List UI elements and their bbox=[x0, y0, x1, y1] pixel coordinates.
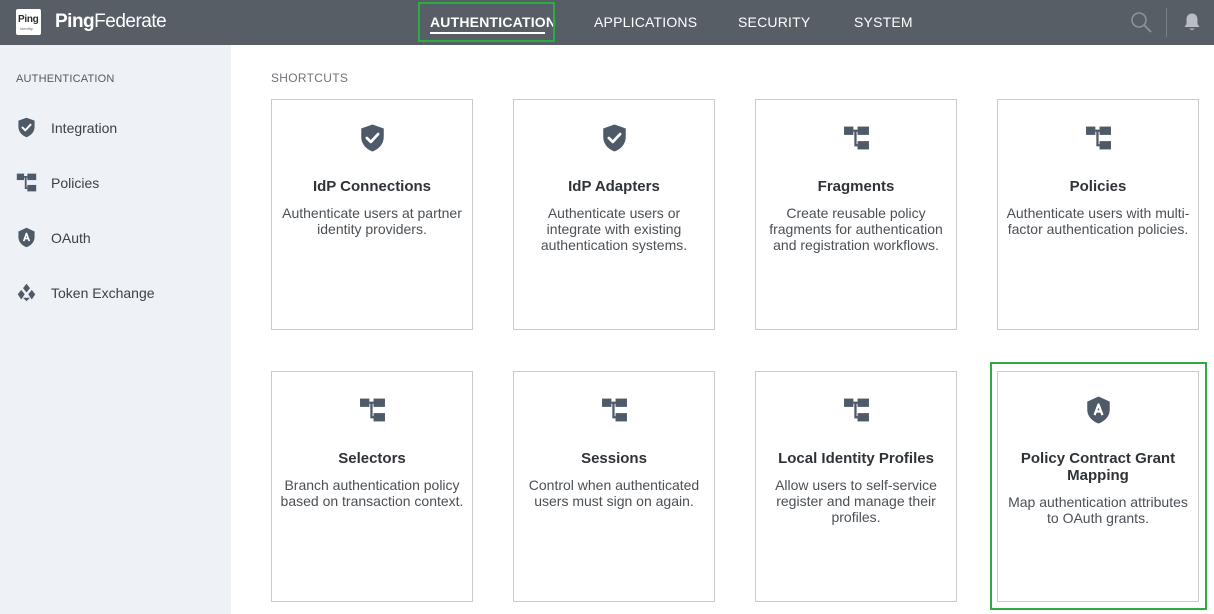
ping-identity-badge: Ping Identity bbox=[16, 9, 41, 35]
shield-check-icon bbox=[601, 123, 628, 153]
card-description: Control when authenticated users must si… bbox=[528, 477, 700, 509]
nav-highlight-box bbox=[418, 2, 555, 42]
pingfederate-logo[interactable]: Ping Identity PingFederate bbox=[16, 9, 167, 35]
nav-applications[interactable]: APPLICATIONS bbox=[594, 14, 697, 30]
card-description: Authenticate users or integrate with exi… bbox=[540, 205, 688, 253]
product-name-bold: Ping bbox=[55, 11, 95, 32]
sidebar-item-token-exchange[interactable]: Token Exchange bbox=[0, 275, 231, 311]
card-policies[interactable]: Policies Authenticate users with multi-f… bbox=[997, 99, 1199, 330]
card-title: Local Identity Profiles bbox=[778, 450, 934, 467]
card-description: Allow users to self-service register and… bbox=[775, 477, 937, 525]
policy-tree-icon bbox=[16, 172, 37, 193]
card-title: Policies bbox=[1069, 178, 1127, 195]
header-divider bbox=[1166, 8, 1167, 37]
top-header: Ping Identity PingFederate AUTHENTICATIO… bbox=[0, 0, 1214, 45]
card-description: Create reusable policy fragments for aut… bbox=[769, 205, 943, 253]
shortcuts-heading: SHORTCUTS bbox=[271, 71, 349, 85]
search-icon[interactable] bbox=[1130, 11, 1152, 33]
policy-tree-icon bbox=[843, 395, 870, 425]
bell-icon[interactable] bbox=[1183, 12, 1201, 32]
product-name: PingFederate bbox=[55, 11, 167, 33]
card-description: Authenticate users with multi-factor aut… bbox=[1006, 205, 1190, 237]
card-title: Sessions bbox=[581, 450, 647, 467]
card-idp-connections[interactable]: IdP Connections Authenticate users at pa… bbox=[271, 99, 473, 330]
sidebar-item-policies[interactable]: Policies bbox=[0, 165, 231, 201]
card-highlight-box bbox=[990, 362, 1207, 610]
product-name-light: Federate bbox=[94, 11, 167, 32]
card-title: Selectors bbox=[338, 450, 406, 467]
logo-badge-text: Ping bbox=[18, 14, 39, 25]
card-local-identity-profiles[interactable]: Local Identity Profiles Allow users to s… bbox=[755, 371, 957, 602]
sidebar-title: AUTHENTICATION bbox=[16, 73, 115, 85]
sidebar-item-label: Integration bbox=[51, 120, 118, 136]
sidebar: AUTHENTICATION Integration Policies OAut… bbox=[0, 45, 231, 614]
shield-check-icon bbox=[359, 123, 386, 153]
sidebar-item-label: Token Exchange bbox=[51, 285, 155, 301]
card-selectors[interactable]: Selectors Branch authentication policy b… bbox=[271, 371, 473, 602]
token-exchange-icon bbox=[16, 282, 37, 303]
policy-tree-icon bbox=[843, 123, 870, 153]
sidebar-item-oauth[interactable]: OAuth bbox=[0, 220, 231, 256]
card-sessions[interactable]: Sessions Control when authenticated user… bbox=[513, 371, 715, 602]
card-description: Branch authentication policy based on tr… bbox=[280, 477, 464, 509]
policy-tree-icon bbox=[359, 395, 386, 425]
nav-system[interactable]: SYSTEM bbox=[854, 14, 913, 30]
shield-check-icon bbox=[16, 117, 37, 138]
nav-security[interactable]: SECURITY bbox=[738, 14, 810, 30]
oauth-shield-icon bbox=[16, 227, 37, 248]
sidebar-item-integration[interactable]: Integration bbox=[0, 110, 231, 146]
card-title: IdP Connections bbox=[312, 178, 432, 195]
card-title: IdP Adapters bbox=[568, 178, 660, 195]
logo-badge-subtext: Identity bbox=[20, 26, 33, 31]
policy-tree-icon bbox=[601, 395, 628, 425]
sidebar-item-label: OAuth bbox=[51, 230, 91, 246]
sidebar-item-label: Policies bbox=[51, 175, 100, 191]
policy-tree-icon bbox=[1085, 123, 1112, 153]
card-idp-adapters[interactable]: IdP Adapters Authenticate users or integ… bbox=[513, 99, 715, 330]
card-fragments[interactable]: Fragments Create reusable policy fragmen… bbox=[755, 99, 957, 330]
card-description: Authenticate users at partner identity p… bbox=[282, 205, 462, 237]
card-title: Fragments bbox=[817, 178, 895, 195]
